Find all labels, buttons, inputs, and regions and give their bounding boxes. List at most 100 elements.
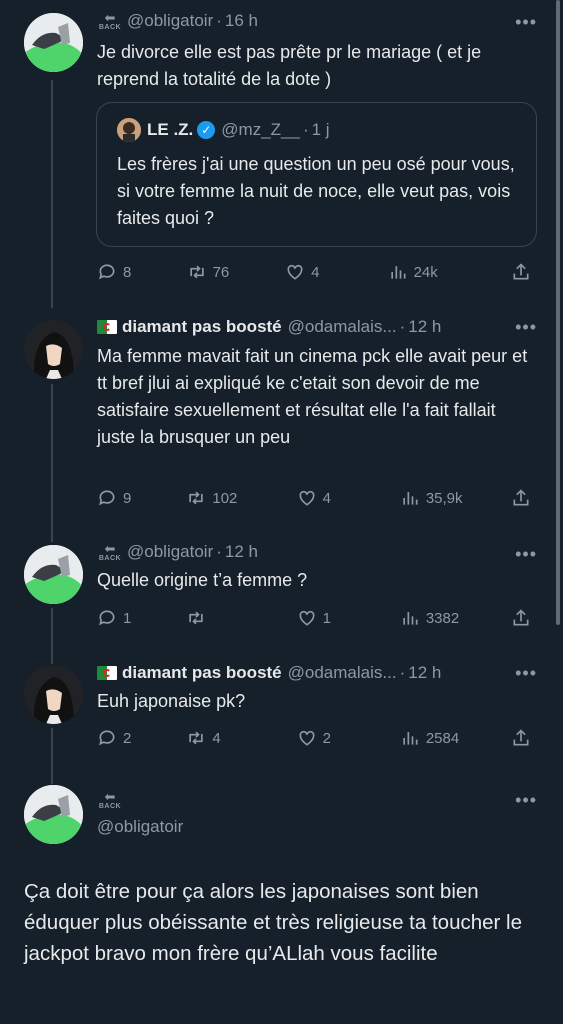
reply-button[interactable]: 2: [97, 728, 186, 748]
view-count: 24k: [413, 263, 438, 281]
retweet-icon: [189, 265, 204, 279]
retweet-button[interactable]: 102: [186, 488, 296, 508]
share-icon: [513, 609, 529, 626]
back-logo-icon: ⬅ BACK: [98, 10, 122, 31]
separator: ·: [216, 542, 222, 561]
retweet-count: 102: [212, 489, 238, 507]
retweet-count: 76: [212, 263, 230, 281]
avatar[interactable]: [24, 13, 83, 72]
share-button[interactable]: [511, 262, 537, 282]
retweet-button[interactable]: [186, 608, 296, 628]
tweet-header: ⬅ BACK @obligatoir · 16 h: [97, 10, 258, 32]
handle[interactable]: @obligatoir: [127, 542, 213, 562]
timestamp[interactable]: 12 h: [225, 542, 258, 562]
like-button[interactable]: 4: [285, 262, 388, 282]
avatar[interactable]: [24, 545, 83, 604]
flag-icon: [97, 320, 117, 334]
retweet-icon: [189, 731, 204, 745]
tweet[interactable]: ⬅ BACK @obligatoir · 16 h ••• Je divorce …: [0, 0, 563, 300]
view-count: 3382: [425, 609, 460, 627]
tweet[interactable]: ⬅ BACK @obligatoir · 12 h ••• Quelle orig…: [0, 530, 563, 655]
quote-text: Les frères j'ai une question un peu osé …: [117, 154, 515, 228]
display-name[interactable]: diamant pas boosté: [122, 317, 282, 337]
tweet-text: Ça doit être pour ça alors les japonaise…: [24, 880, 523, 965]
reply-count: 8: [123, 263, 132, 281]
handle[interactable]: @odamalais...: [288, 317, 397, 337]
views-button[interactable]: 24k: [388, 262, 511, 282]
retweet-button[interactable]: 4: [186, 728, 296, 748]
action-bar: 8 76 4 24k: [97, 261, 537, 283]
action-bar: 2 4 2 2584: [97, 727, 537, 749]
view-count: 2584: [425, 729, 460, 747]
handle[interactable]: @obligatoir: [97, 817, 183, 837]
avatar[interactable]: [24, 665, 83, 724]
tweet[interactable]: diamant pas boosté @odamalais... · 12 h …: [0, 655, 563, 775]
tweet[interactable]: diamant pas boosté @odamalais... · 12 h …: [0, 300, 563, 530]
tweet-header: diamant pas boosté @odamalais... · 12 h: [97, 316, 441, 338]
reply-count: 9: [123, 489, 132, 507]
tweet-header: ⬅ BACK @obligatoir · 12 h: [97, 541, 258, 563]
avatar[interactable]: [24, 320, 83, 379]
views-icon: [403, 492, 418, 505]
views-button[interactable]: 35,9k: [400, 488, 511, 508]
avatar[interactable]: [24, 785, 83, 844]
view-count: 35,9k: [425, 489, 463, 507]
avatar: [117, 118, 141, 142]
more-icon[interactable]: •••: [515, 544, 537, 565]
timestamp[interactable]: 16 h: [225, 11, 258, 31]
more-icon[interactable]: •••: [515, 790, 537, 811]
more-icon[interactable]: •••: [515, 317, 537, 338]
tweet-text: Ma femme mavait fait un cinema pck elle …: [97, 346, 528, 447]
like-count: 4: [322, 489, 331, 507]
like-button[interactable]: 1: [297, 608, 400, 628]
separator: ·: [216, 11, 222, 30]
tweet-header-handle: @obligatoir: [97, 816, 183, 838]
reply-button[interactable]: 1: [97, 608, 186, 628]
tweet-header: ⬅ BACK: [97, 789, 127, 811]
action-bar: 9 102 4 35,9k: [97, 487, 537, 509]
like-count: 4: [311, 263, 320, 281]
share-button[interactable]: [511, 728, 537, 748]
reply-icon: [99, 264, 115, 280]
like-button[interactable]: 2: [297, 728, 400, 748]
handle[interactable]: @odamalais...: [288, 663, 397, 683]
timestamp[interactable]: 12 h: [408, 663, 441, 683]
separator: ·: [399, 663, 406, 682]
share-button[interactable]: [511, 488, 537, 508]
reply-icon: [99, 730, 115, 746]
separator: ·: [399, 317, 406, 336]
tweet-text: Quelle origine t’a femme ?: [97, 570, 308, 590]
quote-header: LE .Z. ✓ @mz_Z__ · 1 j: [117, 118, 330, 142]
like-count: 1: [322, 609, 331, 627]
more-icon[interactable]: •••: [515, 663, 537, 684]
timestamp: 1 j: [311, 120, 330, 139]
verified-icon: ✓: [197, 121, 216, 139]
reply-icon: [99, 610, 115, 626]
separator: ·: [302, 120, 309, 139]
like-icon: [299, 610, 315, 626]
retweet-icon: [189, 491, 204, 505]
like-icon: [287, 264, 303, 280]
handle[interactable]: @obligatoir: [127, 11, 213, 31]
quoted-tweet[interactable]: LE .Z. ✓ @mz_Z__ · 1 j Les frères j'ai u…: [96, 102, 537, 247]
like-icon: [299, 490, 315, 506]
like-button[interactable]: 4: [297, 488, 400, 508]
reply-count: 1: [123, 609, 132, 627]
back-logo-icon: ⬅ BACK: [98, 541, 122, 562]
share-button[interactable]: [511, 608, 537, 628]
reply-button[interactable]: 8: [97, 262, 187, 282]
reply-button[interactable]: 9: [97, 488, 186, 508]
views-button[interactable]: 3382: [400, 608, 511, 628]
views-icon: [390, 266, 406, 279]
tweet-text: Euh japonaise pk?: [97, 691, 246, 711]
display-name[interactable]: diamant pas boosté: [122, 663, 282, 683]
retweet-button[interactable]: 76: [187, 262, 286, 282]
timestamp[interactable]: 12 h: [408, 317, 441, 337]
views-icon: [403, 612, 418, 625]
tweet-header: diamant pas boosté @odamalais... · 12 h: [97, 662, 441, 684]
views-button[interactable]: 2584: [400, 728, 511, 748]
share-icon: [513, 729, 529, 746]
display-name: LE .Z.: [147, 120, 194, 139]
more-icon[interactable]: •••: [515, 12, 537, 33]
flag-icon: [97, 666, 117, 680]
